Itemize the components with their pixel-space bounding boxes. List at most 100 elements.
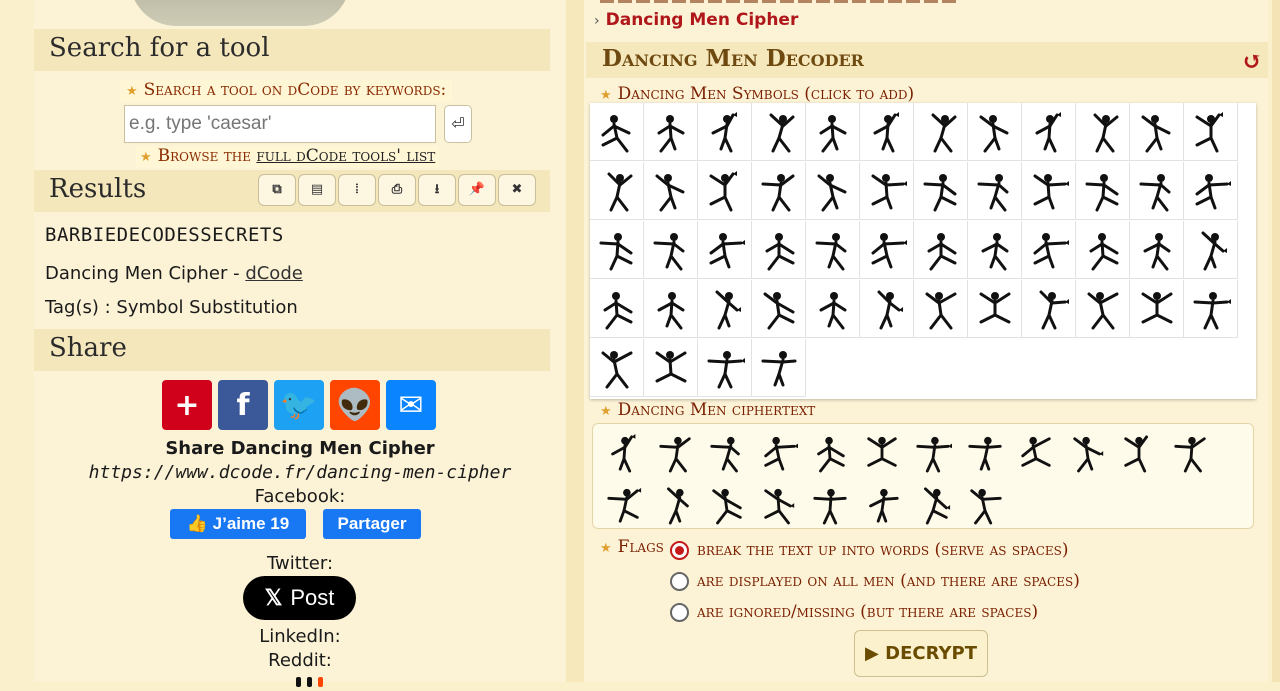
- dancing-man-symbol-36[interactable]: [1184, 221, 1238, 279]
- pin-icon[interactable]: 📌: [458, 174, 496, 206]
- dancing-man-symbol-22[interactable]: [1076, 162, 1130, 220]
- dancing-man-symbol-12[interactable]: [1184, 103, 1238, 161]
- ciphertext-dancing-man: [651, 481, 701, 529]
- ciphertext-dancing-man: [857, 429, 907, 477]
- breadcrumb[interactable]: › Dancing Men Cipher: [594, 10, 798, 30]
- dancing-man-symbol-23[interactable]: [1130, 162, 1184, 220]
- dancing-man-symbol-34[interactable]: [1076, 221, 1130, 279]
- share-add-icon[interactable]: +: [162, 380, 212, 430]
- page-scrollbar[interactable]: [1272, 0, 1280, 682]
- flag-option-label: break the text up into words (serve as s…: [697, 540, 1069, 560]
- dancing-man-symbol-39[interactable]: [698, 280, 752, 338]
- dancing-man-symbol-17[interactable]: [806, 162, 860, 220]
- dancing-man-symbol-3[interactable]: [698, 103, 752, 161]
- dancing-man-symbol-37[interactable]: [590, 280, 644, 338]
- dancing-man-symbol-32[interactable]: [968, 221, 1022, 279]
- star-icon: ★: [600, 404, 612, 419]
- columns-icon[interactable]: ⦙: [338, 174, 376, 206]
- dancing-man-symbol-51[interactable]: [698, 339, 752, 397]
- ciphertext-label: ★ Dancing Men ciphertext: [600, 400, 816, 420]
- dancing-man-symbol-2[interactable]: [644, 103, 698, 161]
- linkedin-label: LinkedIn:: [259, 626, 341, 647]
- facebook-like-button[interactable]: 👍 J’aime 19: [170, 509, 306, 539]
- dancing-man-symbol-1[interactable]: [590, 103, 644, 161]
- dancing-man-symbol-45[interactable]: [1022, 280, 1076, 338]
- x-post-button[interactable]: 𝕏 Post: [243, 576, 356, 620]
- flag-option-1[interactable]: break the text up into words (serve as s…: [670, 539, 1069, 561]
- dancing-man-symbol-6[interactable]: [860, 103, 914, 161]
- dancing-man-symbol-29[interactable]: [806, 221, 860, 279]
- dancing-man-symbol-20[interactable]: [968, 162, 1022, 220]
- dancing-man-symbol-26[interactable]: [644, 221, 698, 279]
- ciphertext-dancing-man: [599, 481, 649, 529]
- enter-icon[interactable]: ⏎: [444, 105, 472, 143]
- search-input[interactable]: [124, 105, 436, 143]
- dancing-man-symbol-28[interactable]: [752, 221, 806, 279]
- dancing-man-symbol-16[interactable]: [752, 162, 806, 220]
- ciphertext-dancing-man: [599, 429, 649, 477]
- dancing-man-symbol-44[interactable]: [968, 280, 1022, 338]
- dancing-man-symbol-13[interactable]: [590, 162, 644, 220]
- print-icon[interactable]: ⎙: [378, 174, 416, 206]
- ciphertext-dancing-man: [1114, 429, 1164, 477]
- dancing-man-symbol-50[interactable]: [644, 339, 698, 397]
- dancing-man-symbol-33[interactable]: [1022, 221, 1076, 279]
- flag-option-3[interactable]: are ignored/missing (but there are space…: [670, 601, 1038, 623]
- twitter-icon[interactable]: 🐦: [274, 380, 324, 430]
- download-icon[interactable]: ⭳: [418, 174, 456, 206]
- dcode-link[interactable]: dCode: [245, 263, 303, 284]
- dancing-man-symbol-24[interactable]: [1184, 162, 1238, 220]
- radio-button[interactable]: [670, 602, 689, 622]
- email-icon[interactable]: ✉: [386, 380, 436, 430]
- dancing-man-symbol-9[interactable]: [1022, 103, 1076, 161]
- ciphertext-input[interactable]: [592, 423, 1254, 529]
- dancing-man-symbol-42[interactable]: [860, 280, 914, 338]
- dancing-man-symbol-31[interactable]: [914, 221, 968, 279]
- dancing-man-symbol-11[interactable]: [1130, 103, 1184, 161]
- dancing-man-symbol-21[interactable]: [1022, 162, 1076, 220]
- decoder-title: Dancing Men Decoder ↺: [586, 42, 1268, 78]
- ciphertext-dancing-man: [1166, 429, 1216, 477]
- dancing-man-symbol-43[interactable]: [914, 280, 968, 338]
- dancing-man-symbol-52[interactable]: [752, 339, 806, 397]
- share-section-title: Share: [34, 329, 550, 371]
- radio-button[interactable]: [670, 540, 689, 560]
- dancing-man-symbol-35[interactable]: [1130, 221, 1184, 279]
- decrypt-button[interactable]: ▶ DECRYPT: [854, 630, 988, 677]
- dancing-man-symbol-10[interactable]: [1076, 103, 1130, 161]
- dancing-man-symbol-4[interactable]: [752, 103, 806, 161]
- facebook-share-button[interactable]: Partager: [323, 509, 421, 539]
- dancing-man-symbol-7[interactable]: [914, 103, 968, 161]
- copy-icon[interactable]: ⧉: [258, 174, 296, 206]
- radio-button[interactable]: [670, 571, 689, 591]
- dancing-man-symbol-15[interactable]: [698, 162, 752, 220]
- close-icon[interactable]: ✖: [498, 174, 536, 206]
- dancing-man-symbol-5[interactable]: [806, 103, 860, 161]
- dancing-man-symbol-14[interactable]: [644, 162, 698, 220]
- flag-option-2[interactable]: are displayed on all men (and there are …: [670, 570, 1080, 592]
- dancing-man-symbol-19[interactable]: [914, 162, 968, 220]
- reddit-icon[interactable]: 👽: [330, 380, 380, 430]
- facebook-icon[interactable]: f: [218, 380, 268, 430]
- dcode-logo-image: [130, 0, 350, 26]
- reload-icon[interactable]: ↺: [1242, 46, 1262, 75]
- dancing-man-symbol-8[interactable]: [968, 103, 1022, 161]
- dancing-man-symbol-25[interactable]: [590, 221, 644, 279]
- ciphertext-dancing-man: [908, 429, 958, 477]
- dancing-man-symbol-40[interactable]: [752, 280, 806, 338]
- paste-icon[interactable]: ▤: [298, 174, 336, 206]
- dancing-man-symbol-48[interactable]: [1184, 280, 1238, 338]
- reddit-widget-icon[interactable]: [296, 672, 356, 687]
- page-gutter: [566, 0, 584, 682]
- dancing-man-symbol-27[interactable]: [698, 221, 752, 279]
- dancing-man-symbol-47[interactable]: [1130, 280, 1184, 338]
- dancing-man-symbol-18[interactable]: [860, 162, 914, 220]
- full-tools-list-link[interactable]: full dCode tools' list: [256, 146, 435, 166]
- dancing-man-symbol-38[interactable]: [644, 280, 698, 338]
- star-icon: ★: [600, 88, 612, 103]
- dancing-man-symbol-49[interactable]: [590, 339, 644, 397]
- dancing-man-symbol-41[interactable]: [806, 280, 860, 338]
- ciphertext-dancing-man: [754, 429, 804, 477]
- dancing-man-symbol-46[interactable]: [1076, 280, 1130, 338]
- dancing-man-symbol-30[interactable]: [860, 221, 914, 279]
